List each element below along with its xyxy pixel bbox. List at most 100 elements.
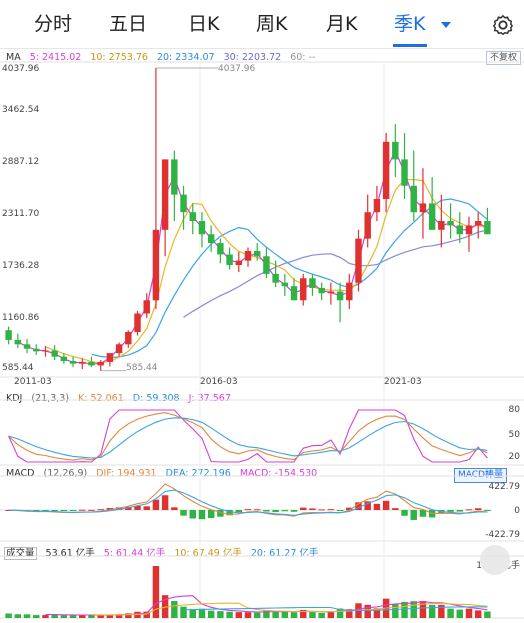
- candle-body: [318, 287, 325, 294]
- macd-bar: [263, 510, 270, 512]
- candle-body: [134, 313, 141, 332]
- macd-bar: [207, 510, 215, 518]
- candle-body: [88, 361, 95, 366]
- volume-bar: [14, 614, 22, 618]
- volume-bar: [88, 615, 95, 618]
- macd-bar: [336, 510, 344, 511]
- macd-bar: [88, 509, 95, 511]
- macd-bar: [401, 510, 408, 516]
- candle-body: [60, 356, 68, 362]
- candle-body: [419, 203, 427, 213]
- stock-chart-canvas[interactable]: [0, 0, 524, 623]
- candle-body: [51, 350, 58, 357]
- candle-body: [281, 282, 289, 287]
- candle-body: [336, 291, 344, 301]
- volume-bar: [198, 608, 206, 618]
- macd-bar: [465, 509, 473, 511]
- volume-bar: [217, 611, 224, 618]
- macd-bar: [69, 510, 77, 511]
- candle-body: [207, 234, 215, 244]
- candle-body: [152, 229, 160, 301]
- macd-bar: [327, 509, 335, 511]
- macd-bar: [382, 500, 390, 510]
- candle-body: [346, 282, 353, 301]
- macd-bar: [300, 507, 307, 510]
- candle-body: [428, 203, 436, 230]
- macd-bar: [198, 510, 206, 520]
- candle-body: [217, 243, 224, 255]
- macd-bar: [419, 510, 427, 517]
- volume-bar: [474, 610, 482, 618]
- volume-bar: [364, 604, 371, 618]
- macd-bar: [410, 510, 417, 520]
- macd-bar: [60, 510, 68, 511]
- candle-body: [272, 273, 279, 283]
- kdj-d-line: [8, 417, 488, 459]
- volume-bar: [465, 608, 473, 618]
- candle-body: [180, 194, 187, 213]
- volume-bar: [79, 615, 86, 618]
- volume-bar: [327, 612, 335, 618]
- candle-body: [106, 353, 114, 362]
- volume-bar: [392, 604, 399, 618]
- volume-bar: [235, 612, 243, 618]
- volume-bar: [410, 601, 417, 618]
- candle-body: [373, 199, 381, 213]
- candle-body: [410, 185, 417, 213]
- kdj-k-line: [8, 412, 488, 461]
- macd-bar: [189, 510, 196, 519]
- macd-bar: [318, 509, 325, 511]
- volume-bar: [253, 612, 261, 618]
- candle-body: [226, 254, 233, 266]
- candle-body: [244, 250, 252, 261]
- candle-body: [253, 250, 261, 257]
- volume-bar: [318, 612, 325, 618]
- candle-body: [161, 159, 169, 230]
- macd-bar: [79, 509, 86, 511]
- macd-bar: [161, 495, 169, 510]
- candle-body: [382, 141, 390, 200]
- macd-bar: [152, 499, 160, 510]
- volume-bar: [226, 611, 233, 618]
- volume-bar: [5, 613, 12, 618]
- candle-body: [143, 300, 150, 314]
- volume-bar: [447, 608, 454, 618]
- macd-bar: [373, 503, 381, 510]
- candle-body: [392, 141, 399, 160]
- macd-bar: [51, 510, 58, 511]
- candle-body: [125, 331, 132, 345]
- volume-bar: [484, 611, 491, 618]
- kdj-j-line: [8, 409, 488, 463]
- candle-body: [69, 361, 77, 364]
- candle-body: [447, 221, 454, 226]
- candle-body: [14, 339, 22, 345]
- candle-body: [97, 361, 104, 366]
- macd-bar: [392, 508, 399, 510]
- candle-body: [401, 159, 408, 186]
- candle-body: [5, 330, 12, 340]
- candle-body: [465, 225, 473, 235]
- volume-bar: [244, 612, 252, 618]
- macd-bar: [474, 508, 482, 510]
- candle-body: [484, 221, 491, 235]
- candle-body: [79, 361, 86, 364]
- candle-body: [309, 278, 316, 288]
- volume-bar: [60, 615, 68, 618]
- volume-bar: [69, 615, 77, 618]
- candle-body: [42, 350, 49, 352]
- candle-body: [456, 225, 463, 235]
- candle-body: [355, 238, 362, 283]
- candle-body: [438, 221, 445, 230]
- volume-bar: [23, 614, 31, 618]
- candle-body: [474, 221, 482, 226]
- macd-bar: [235, 510, 243, 513]
- ma20-line: [91, 198, 488, 359]
- candle-body: [189, 212, 196, 222]
- candle-body: [263, 256, 270, 274]
- macd-bar: [180, 510, 187, 516]
- candle-body: [327, 291, 335, 294]
- volume-bar: [309, 612, 316, 618]
- volume-bar: [171, 601, 178, 618]
- volume-bar: [290, 612, 298, 618]
- candle-body: [23, 344, 31, 349]
